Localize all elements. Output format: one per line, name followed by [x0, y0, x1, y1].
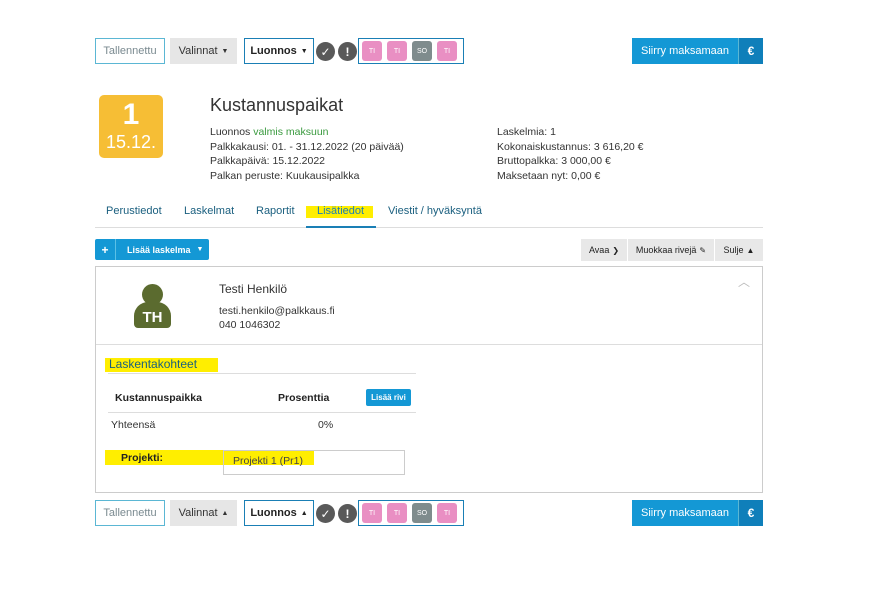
divider: [96, 344, 762, 345]
badge-so[interactable]: SO: [412, 41, 432, 61]
go-to-payment-button[interactable]: Siirry maksamaan €: [632, 500, 763, 526]
divider: [108, 373, 416, 374]
active-tab-indicator: [306, 226, 376, 228]
pencil-icon: ✎: [699, 245, 707, 255]
add-calculation-button[interactable]: + Lisää laskelma ▼: [95, 239, 209, 260]
avatar-initials: TH: [134, 302, 171, 328]
add-calculation-label: Lisää laskelma: [127, 244, 191, 255]
options-label: Valinnat: [178, 507, 218, 519]
plus-icon: +: [95, 239, 116, 260]
employee-phone: 040 1046302: [219, 319, 281, 331]
open-label: Avaa: [588, 245, 610, 255]
pay-period: Palkkakausi: 01. - 31.12.2022 (20 päivää…: [210, 140, 404, 153]
options-dropdown[interactable]: Valinnat ▼: [170, 38, 237, 64]
tab-bar: Perustiedot Laskelmat Raportit Lisätiedo…: [95, 200, 763, 228]
badge-ti[interactable]: TI: [387, 41, 407, 61]
chevron-down-icon: ❯: [612, 245, 620, 255]
go-to-payment-button[interactable]: Siirry maksamaan €: [632, 38, 763, 64]
calc-count: Laskelmia: 1: [497, 126, 556, 138]
exclamation-circle-icon[interactable]: !: [338, 504, 357, 523]
column-header-percent: Prosenttia: [278, 392, 330, 404]
date-date: 15.12.: [105, 132, 157, 152]
project-label: Projekti:: [121, 452, 164, 464]
exclamation-circle-icon[interactable]: !: [338, 42, 357, 61]
status-label: Luonnos: [250, 507, 297, 519]
check-circle-icon[interactable]: ✓: [316, 504, 335, 523]
badge-ti[interactable]: TI: [437, 503, 457, 523]
pay-basis: Palkan peruste: Kuukausipalkka: [210, 169, 360, 182]
caret-up-icon: ▲: [300, 509, 308, 517]
status-badges: TI TI SO TI: [358, 500, 464, 526]
go-to-payment-label: Siirry maksamaan: [632, 38, 738, 64]
saved-button[interactable]: Tallennettu: [95, 38, 165, 64]
add-row-button[interactable]: Lisää rivi: [366, 389, 411, 406]
status-line: Luonnos valmis maksuun: [210, 125, 404, 140]
total-value: 0%: [318, 419, 334, 431]
badge-ti[interactable]: TI: [362, 503, 382, 523]
total-cost: Kokonaiskustannus: 3 616,20 €: [497, 140, 644, 153]
badge-ti[interactable]: TI: [437, 41, 457, 61]
open-button[interactable]: Avaa ❯: [581, 239, 627, 261]
tab-calculations[interactable]: Laskelmat: [184, 205, 234, 217]
status-ready-text: valmis maksuun: [253, 126, 329, 138]
euro-icon: €: [738, 38, 763, 64]
edit-rows-label: Muokkaa rivejä: [635, 245, 697, 255]
go-to-payment-label: Siirry maksamaan: [632, 500, 738, 526]
tab-additional-info[interactable]: Lisätiedot: [317, 205, 364, 217]
pay-date: Palkkapäivä: 15.12.2022: [210, 155, 326, 168]
status-dropdown[interactable]: Luonnos ▲: [244, 500, 314, 526]
project-field[interactable]: Projekti 1 (Pr1): [223, 450, 405, 475]
employee-name: Testi Henkilö: [219, 282, 288, 296]
status-badges: TI TI SO TI: [358, 38, 464, 64]
caret-down-icon: ▼: [196, 246, 204, 253]
employee-panel: ︿ TH Testi Henkilö testi.henkilo@palkkau…: [95, 266, 763, 493]
top-toolbar: Tallennettu Valinnat ▼ Luonnos ▼ ✓ ! TI TI…: [95, 38, 763, 64]
close-label: Sulje: [723, 245, 744, 255]
paid-now: Maksetaan nyt: 0,00 €: [497, 169, 601, 182]
close-button[interactable]: Sulje ▲: [715, 239, 763, 261]
tab-basic-info[interactable]: Perustiedot: [106, 205, 162, 217]
badge-so[interactable]: SO: [412, 503, 432, 523]
badge-ti[interactable]: TI: [387, 503, 407, 523]
saved-button[interactable]: Tallennettu: [95, 500, 165, 526]
divider: [108, 412, 416, 413]
check-circle-icon[interactable]: ✓: [316, 42, 335, 61]
tab-reports[interactable]: Raportit: [256, 205, 295, 217]
chevron-up-icon: ▲: [746, 245, 755, 255]
employee-email: testi.henkilo@palkkaus.fi: [219, 305, 335, 317]
payroll-info-left: Luonnos valmis maksuun Palkkakausi: 01. …: [210, 125, 404, 183]
gross-salary: Bruttopalkka: 3 000,00 €: [497, 155, 611, 168]
tab-messages-approval[interactable]: Viestit / hyväksyntä: [388, 205, 482, 217]
options-label: Valinnat: [178, 45, 218, 57]
status-dropdown[interactable]: Luonnos ▼: [244, 38, 314, 64]
caret-down-icon: ▼: [221, 47, 229, 55]
caret-down-icon: ▼: [300, 47, 308, 55]
column-header-cost-center: Kustannuspaikka: [115, 392, 202, 404]
badge-ti[interactable]: TI: [362, 41, 382, 61]
edit-rows-button[interactable]: Muokkaa rivejä ✎: [628, 239, 714, 261]
options-dropdown[interactable]: Valinnat ▲: [170, 500, 237, 526]
chevron-up-icon[interactable]: ︿: [738, 273, 750, 290]
section-title: Laskentakohteet: [109, 357, 198, 371]
status-label: Luonnos: [250, 45, 297, 57]
employee-contact: testi.henkilo@palkkaus.fi 040 1046302: [219, 304, 335, 332]
bottom-toolbar: Tallennettu Valinnat ▲ Luonnos ▲ ✓ ! TI TI…: [95, 500, 763, 526]
caret-up-icon: ▲: [221, 509, 229, 517]
status-text: Luonnos: [210, 126, 251, 138]
avatar: TH: [134, 284, 171, 328]
pay-date-tile: 1 15.12.: [99, 95, 163, 158]
euro-icon: €: [738, 500, 763, 526]
payroll-info-right: Laskelmia: 1 Kokonaiskustannus: 3 616,20…: [497, 125, 644, 183]
date-day: 1: [122, 98, 140, 131]
total-label: Yhteensä: [111, 419, 156, 431]
page-title: Kustannuspaikat: [210, 95, 344, 115]
